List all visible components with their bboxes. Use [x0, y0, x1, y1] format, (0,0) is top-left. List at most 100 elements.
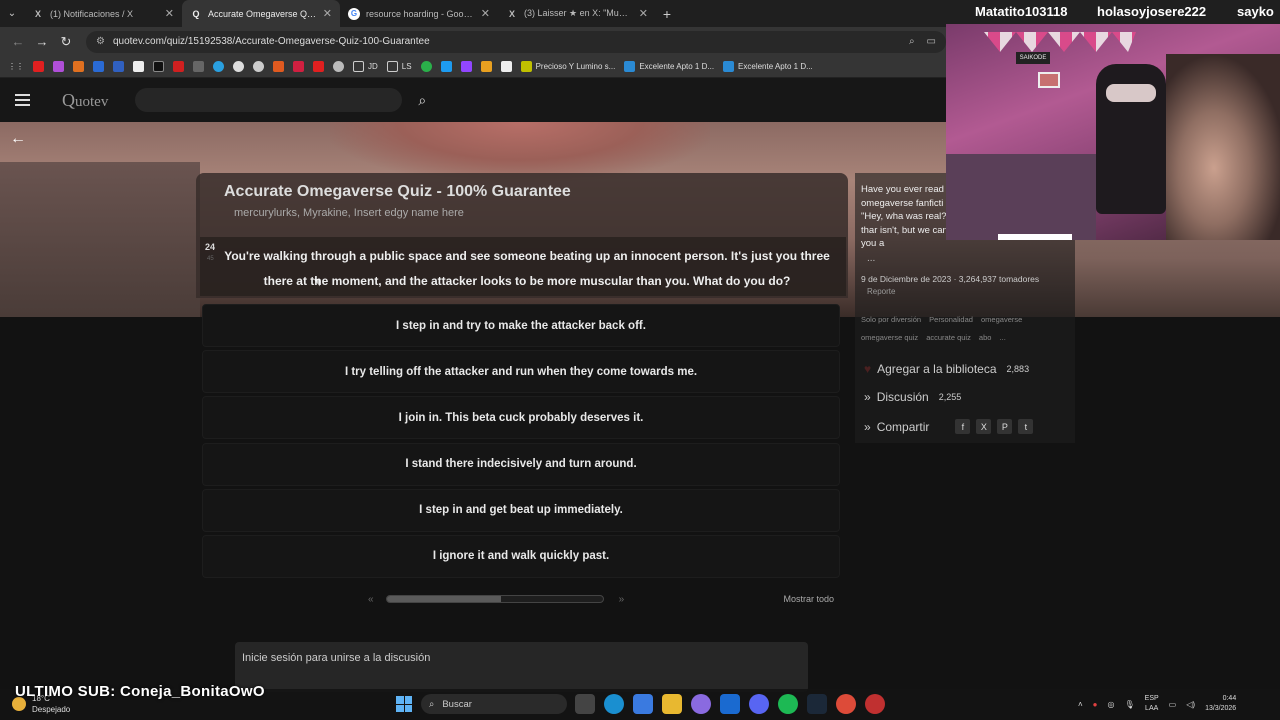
app-icon[interactable]: [865, 694, 885, 714]
prev-page-button[interactable]: «: [368, 594, 374, 605]
youtube-bookmark[interactable]: [33, 61, 44, 72]
edge-icon[interactable]: [604, 694, 624, 714]
bookmark-icon[interactable]: [273, 61, 284, 72]
bookmark-excelente-2[interactable]: Excelente Apto 1 D...: [723, 61, 813, 72]
bookmark-icon[interactable]: [500, 61, 512, 72]
taskbar-search[interactable]: ⌕ Buscar: [421, 694, 567, 714]
mic-icon[interactable]: 🎙: [1125, 700, 1135, 709]
bookmark-excelente-1[interactable]: Excelente Apto 1 D...: [624, 61, 714, 72]
site-info-icon[interactable]: ⚙: [96, 36, 105, 47]
bookmark-icon[interactable]: [113, 61, 124, 72]
bookmark-icon[interactable]: [233, 61, 244, 72]
show-all-button[interactable]: Mostrar todo: [783, 594, 834, 604]
tag[interactable]: Solo por diversión: [861, 315, 921, 324]
answer-option[interactable]: I ignore it and walk quickly past.: [202, 534, 840, 578]
bookmark-icon[interactable]: [480, 61, 492, 72]
tag[interactable]: omegaverse: [981, 315, 1022, 324]
answer-option[interactable]: I stand there indecisively and turn arou…: [202, 442, 840, 486]
menu-icon[interactable]: [15, 94, 30, 106]
facebook-icon[interactable]: f: [955, 419, 971, 434]
discussion-button[interactable]: » Discusión 2,255: [864, 390, 961, 404]
more-button[interactable]: ...: [867, 253, 875, 264]
close-icon[interactable]: ✕: [639, 7, 648, 20]
x-icon[interactable]: X: [976, 419, 992, 434]
discord-icon[interactable]: [749, 694, 769, 714]
reload-button[interactable]: ↻: [54, 30, 78, 54]
mail-icon[interactable]: [720, 694, 740, 714]
clock[interactable]: 0:44 13/3/2026: [1205, 694, 1236, 714]
tab-notificaciones[interactable]: X (1) Notificaciones / X ✕: [24, 0, 182, 27]
x-bookmark[interactable]: [153, 61, 164, 72]
back-arrow-icon[interactable]: ←: [10, 130, 26, 148]
bookmark-icon[interactable]: [420, 61, 432, 72]
store-icon[interactable]: [633, 694, 653, 714]
add-to-library-button[interactable]: ♥ Agregar a la biblioteca 2,883: [864, 362, 1029, 376]
spotify-icon[interactable]: [778, 694, 798, 714]
steam-icon[interactable]: [807, 694, 827, 714]
close-icon[interactable]: ✕: [165, 7, 174, 20]
copilot-icon[interactable]: [691, 694, 711, 714]
bookmark-icon[interactable]: [93, 61, 104, 72]
quiz-progress-bar: [385, 595, 604, 603]
tag[interactable]: Personalidad: [929, 315, 973, 324]
answer-option[interactable]: I join in. This beta cuck probably deser…: [202, 396, 840, 440]
new-tab-button[interactable]: +: [656, 0, 678, 27]
question-text: You're walking through a public space an…: [224, 249, 830, 288]
file-explorer-icon[interactable]: [662, 694, 682, 714]
pinterest-icon[interactable]: P: [997, 419, 1013, 434]
tray-app-icon[interactable]: ◎: [1108, 700, 1115, 709]
bookmark-precioso[interactable]: Precioso Y Lumino s...: [520, 61, 615, 72]
bookmark-icon[interactable]: [193, 61, 204, 72]
cast-icon[interactable]: ▭: [927, 36, 936, 47]
search-icon[interactable]: ⌕: [418, 92, 426, 109]
report-link[interactable]: Reporte: [867, 287, 895, 296]
tab-title: (3) Laisser ★ en X: "Muñecos d: [524, 8, 633, 18]
volume-icon[interactable]: ◁): [1186, 700, 1195, 709]
tab-search-button[interactable]: ⌄: [0, 0, 24, 27]
tumblr-icon[interactable]: t: [1018, 419, 1034, 434]
bookmark-icon[interactable]: [173, 61, 184, 72]
zoom-icon[interactable]: ⌕: [909, 36, 915, 47]
folder-jd[interactable]: JD: [353, 61, 378, 72]
tab-laisser[interactable]: X (3) Laisser ★ en X: "Muñecos d ✕: [498, 0, 656, 27]
network-icon[interactable]: ▭: [1169, 700, 1177, 709]
close-icon[interactable]: ✕: [323, 7, 332, 20]
answer-option[interactable]: I step in and try to make the attacker b…: [202, 304, 840, 347]
bookmark-icon[interactable]: [53, 61, 64, 72]
answer-option[interactable]: I try telling off the attacker and run w…: [202, 350, 840, 394]
bookmark-icon[interactable]: [460, 61, 472, 72]
bookmark-icon[interactable]: [313, 61, 324, 72]
bookmark-icon[interactable]: [333, 61, 344, 72]
bookmark-icon[interactable]: [133, 61, 144, 72]
logo-text: uotev: [75, 93, 109, 110]
chevron-up-icon[interactable]: ˄: [1078, 700, 1083, 709]
tab-google-search[interactable]: G resource hoarding - Google Se ✕: [340, 0, 498, 27]
folder-ls[interactable]: LS: [386, 61, 412, 72]
bookmark-icon[interactable]: [253, 61, 264, 72]
answer-option[interactable]: I step in and get beat up immediately.: [202, 488, 840, 532]
task-view-icon[interactable]: [575, 694, 595, 714]
bookmark-icon[interactable]: [293, 61, 304, 72]
tab-quiz[interactable]: Q Accurate Omegaverse Quiz - 10 ✕: [182, 0, 340, 27]
quiz-authors[interactable]: mercurylurks, Myrakine, Insert edgy name…: [234, 207, 464, 219]
tag[interactable]: accurate quiz: [926, 333, 971, 342]
apps-icon[interactable]: ⋮⋮: [8, 62, 24, 71]
bookmark-icon[interactable]: [73, 61, 84, 72]
discussion-login-box[interactable]: Inicie sesión para unirse a la discusión: [235, 642, 808, 692]
tray-app-icon[interactable]: ●: [1093, 700, 1098, 709]
close-icon[interactable]: ✕: [481, 7, 490, 20]
tag[interactable]: omegaverse quiz: [861, 333, 918, 342]
quotev-logo[interactable]: Quotev: [62, 90, 108, 111]
back-button[interactable]: ←: [6, 30, 30, 54]
tag[interactable]: ...: [1000, 333, 1006, 342]
tag[interactable]: abo: [979, 333, 992, 342]
windows-start-icon[interactable]: [396, 696, 412, 712]
chrome-icon[interactable]: [836, 694, 856, 714]
bookmark-icon[interactable]: [440, 61, 452, 72]
next-page-button[interactable]: »: [619, 594, 625, 605]
forward-button[interactable]: →: [30, 30, 54, 54]
bookmark-icon[interactable]: [213, 61, 224, 72]
search-input[interactable]: [135, 88, 403, 112]
address-bar[interactable]: ⚙ quotev.com/quiz/15192538/Accurate-Omeg…: [86, 30, 946, 53]
language-indicator[interactable]: ESP LAA: [1145, 694, 1159, 714]
